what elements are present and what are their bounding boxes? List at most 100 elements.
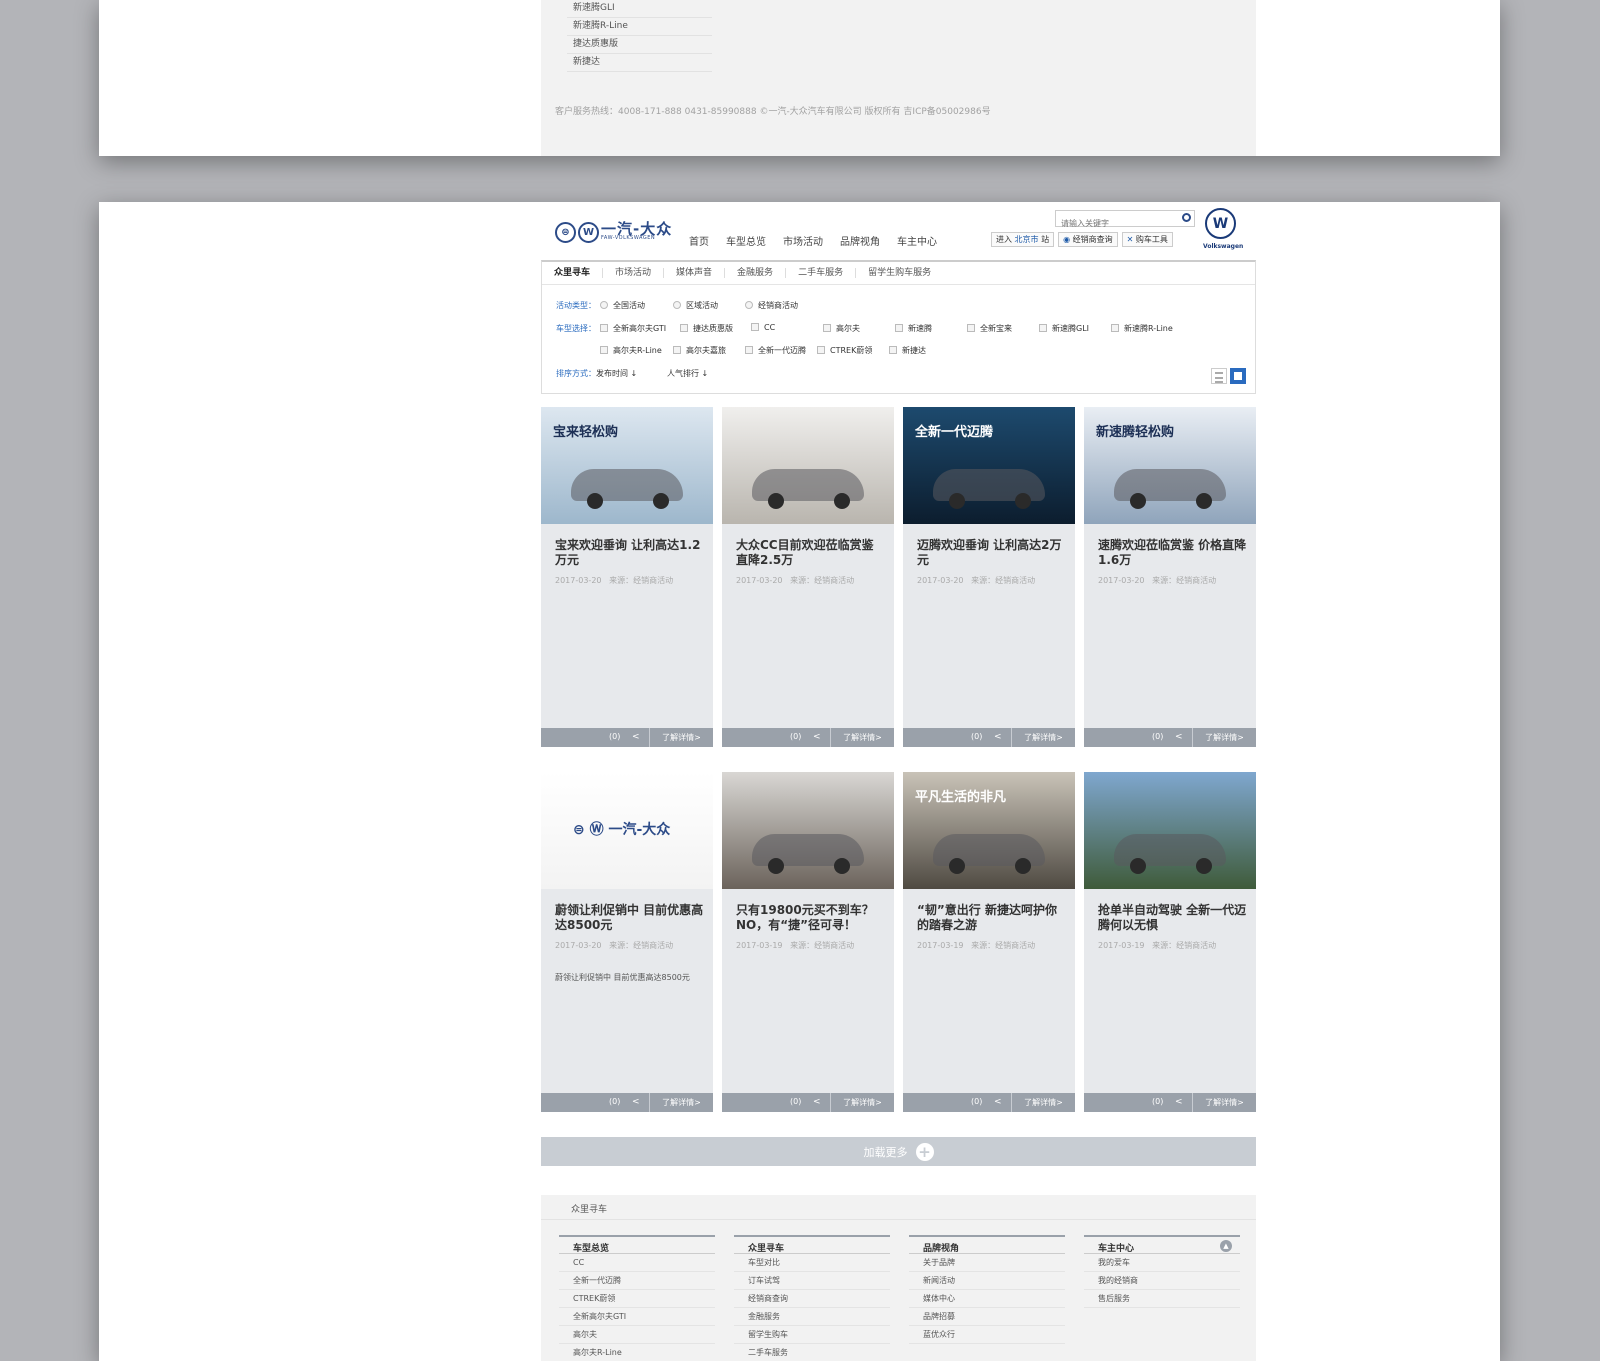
share-icon[interactable]: < <box>1175 1097 1183 1107</box>
model-link[interactable]: 新速腾GLI <box>567 0 712 18</box>
details-button[interactable]: 了解详情> <box>1192 728 1256 747</box>
footer-link[interactable]: 订车试驾 <box>734 1272 890 1290</box>
back-to-top-icon[interactable]: ▲ <box>1220 1240 1232 1252</box>
card-image[interactable] <box>722 772 894 889</box>
model-checkbox[interactable]: CTREK蔚领 <box>817 345 872 356</box>
dealer-query-button[interactable]: ◉ 经销商查询 <box>1058 232 1118 247</box>
details-button[interactable]: 了解详情> <box>1011 728 1075 747</box>
details-button[interactable]: 了解详情> <box>830 728 894 747</box>
share-icon[interactable]: < <box>813 1097 821 1107</box>
model-checkbox[interactable]: 新速腾 <box>895 323 932 334</box>
model-checkbox[interactable]: 捷达质惠版 <box>680 323 733 334</box>
footer-column-head[interactable]: 车型总览 <box>559 1235 715 1254</box>
footer-link[interactable]: 我的爱车 <box>1084 1254 1240 1272</box>
card-image[interactable] <box>722 407 894 524</box>
nav-item-owner[interactable]: 车主中心 <box>897 233 937 248</box>
grid-view-icon[interactable] <box>1230 368 1246 384</box>
model-checkbox[interactable]: 新速腾GLI <box>1039 323 1089 334</box>
card-image[interactable]: 新速腾轻松购 <box>1084 407 1256 524</box>
footer-link[interactable]: 高尔夫 <box>559 1326 715 1344</box>
activity-radio-regional[interactable]: 区域活动 <box>673 300 718 311</box>
search-input[interactable] <box>1056 216 1174 231</box>
activity-card[interactable]: ⊜ Ⓦ 一汽-大众 蔚领让利促销中 目前优惠高达8500元 2017-03-20 来… <box>541 772 713 1112</box>
footer-link[interactable]: 品牌招募 <box>909 1308 1065 1326</box>
card-title[interactable]: 速腾欢迎莅临赏鉴 价格直降1.6万 <box>1098 538 1248 568</box>
share-icon[interactable]: < <box>994 1097 1002 1107</box>
model-link[interactable]: 新速腾R-Line <box>567 18 712 36</box>
card-title[interactable]: 宝来欢迎垂询 让利高达1.2万元 <box>555 538 705 568</box>
model-checkbox[interactable]: 全新高尔夫GTI <box>600 323 666 334</box>
nav-item-brand[interactable]: 品牌视角 <box>840 233 880 248</box>
subnav-item-activities[interactable]: 市场活动 <box>602 268 663 278</box>
card-image[interactable] <box>1084 772 1256 889</box>
details-button[interactable]: 了解详情> <box>649 728 713 747</box>
activity-card[interactable]: 抢单半自动驾驶 全新一代迈腾何以无惧 2017-03-19 来源：经销商活动 (0)… <box>1084 772 1256 1112</box>
nav-item-activities[interactable]: 市场活动 <box>783 233 823 248</box>
activity-card[interactable]: 新速腾轻松购 速腾欢迎莅临赏鉴 价格直降1.6万 2017-03-20 来源：经销商… <box>1084 407 1256 747</box>
footer-link[interactable]: 二手车服务 <box>734 1344 890 1361</box>
subnav-item-students[interactable]: 留学生购车服务 <box>855 268 943 278</box>
details-button[interactable]: 了解详情> <box>1011 1093 1075 1112</box>
city-switch-button[interactable]: 进入 北京市 站 <box>991 232 1055 247</box>
details-button[interactable]: 了解详情> <box>1192 1093 1256 1112</box>
model-checkbox[interactable]: 高尔夫嘉旅 <box>673 345 726 356</box>
footer-link[interactable]: 高尔夫R-Line <box>559 1344 715 1361</box>
activity-card[interactable]: 只有19800元买不到车？NO，有“捷”径可寻！ 2017-03-19 来源：经销… <box>722 772 894 1112</box>
activity-card[interactable]: 大众CC目前欢迎莅临赏鉴 直降2.5万 2017-03-20 来源：经销商活动 (0… <box>722 407 894 747</box>
model-checkbox[interactable]: CC <box>751 323 775 332</box>
card-title[interactable]: 大众CC目前欢迎莅临赏鉴 直降2.5万 <box>736 538 886 568</box>
subnav-item-media[interactable]: 媒体声音 <box>663 268 724 278</box>
footer-link[interactable]: 售后服务 <box>1084 1290 1240 1308</box>
footer-link[interactable]: 我的经销商 <box>1084 1272 1240 1290</box>
vw-small-logo-icon[interactable]: W <box>578 222 599 243</box>
sort-by-popularity[interactable]: 人气排行 ↓ <box>667 368 708 379</box>
card-title[interactable]: 只有19800元买不到车？NO，有“捷”径可寻！ <box>736 903 886 933</box>
footer-link[interactable]: 留学生购车 <box>734 1326 890 1344</box>
activity-card[interactable]: 全新一代迈腾 迈腾欢迎垂询 让利高达2万元 2017-03-20 来源：经销商活动 (… <box>903 407 1075 747</box>
card-image[interactable]: 宝来轻松购 <box>541 407 713 524</box>
card-title[interactable]: 蔚领让利促销中 目前优惠高达8500元 <box>555 903 705 933</box>
footer-column-head[interactable]: 众里寻车 <box>734 1235 890 1254</box>
volkswagen-logo-icon[interactable]: W <box>1205 208 1236 239</box>
activity-radio-national[interactable]: 全国活动 <box>600 300 645 311</box>
footer-link[interactable]: 新闻活动 <box>909 1272 1065 1290</box>
footer-link[interactable]: 经销商查询 <box>734 1290 890 1308</box>
card-title[interactable]: 迈腾欢迎垂询 让利高达2万元 <box>917 538 1067 568</box>
sort-by-date[interactable]: 发布时间 ↓ <box>596 369 637 378</box>
footer-link[interactable]: 车型对比 <box>734 1254 890 1272</box>
car-tools-button[interactable]: ✕ 购车工具 <box>1121 232 1173 247</box>
card-image[interactable]: 全新一代迈腾 <box>903 407 1075 524</box>
details-button[interactable]: 了解详情> <box>830 1093 894 1112</box>
model-link[interactable]: 捷达质惠版 <box>567 36 712 54</box>
nav-item-models[interactable]: 车型总览 <box>726 233 766 248</box>
model-checkbox[interactable]: 新捷达 <box>889 345 926 356</box>
share-icon[interactable]: < <box>813 732 821 742</box>
model-checkbox[interactable]: 全新一代迈腾 <box>745 345 806 356</box>
footer-link[interactable]: CTREK蔚领 <box>559 1290 715 1308</box>
card-title[interactable]: “韧”意出行 新捷达呵护你的踏春之游 <box>917 903 1067 933</box>
footer-column-head[interactable]: 品牌视角 <box>909 1235 1065 1254</box>
footer-link[interactable]: 全新一代迈腾 <box>559 1272 715 1290</box>
footer-link[interactable]: 媒体中心 <box>909 1290 1065 1308</box>
nav-item-home[interactable]: 首页 <box>689 233 709 248</box>
model-link[interactable]: 新捷达 <box>567 54 712 72</box>
footer-link[interactable]: 金融服务 <box>734 1308 890 1326</box>
subnav-item-finance[interactable]: 金融服务 <box>724 268 785 278</box>
details-button[interactable]: 了解详情> <box>649 1093 713 1112</box>
activity-radio-dealer[interactable]: 经销商活动 <box>745 300 798 311</box>
share-icon[interactable]: < <box>1175 732 1183 742</box>
model-checkbox[interactable]: 全新宝来 <box>967 323 1012 334</box>
model-checkbox[interactable]: 新速腾R-Line <box>1111 323 1173 334</box>
card-image[interactable]: 平凡生活的非凡 <box>903 772 1075 889</box>
subnav-item-find-car[interactable]: 众里寻车 <box>554 268 602 278</box>
model-checkbox[interactable]: 高尔夫R-Line <box>600 345 662 356</box>
footer-link[interactable]: CC <box>559 1254 715 1272</box>
share-icon[interactable]: < <box>994 732 1002 742</box>
model-checkbox[interactable]: 高尔夫 <box>823 323 860 334</box>
share-icon[interactable]: < <box>632 732 640 742</box>
activity-card[interactable]: 宝来轻松购 宝来欢迎垂询 让利高达1.2万元 2017-03-20 来源：经销商活动… <box>541 407 713 747</box>
load-more-button[interactable]: 加载更多 + <box>541 1137 1256 1166</box>
footer-link[interactable]: 全新高尔夫GTI <box>559 1308 715 1326</box>
faw-logo-icon[interactable]: ⊜ <box>555 222 576 243</box>
footer-link[interactable]: 蓝优众行 <box>909 1326 1065 1344</box>
